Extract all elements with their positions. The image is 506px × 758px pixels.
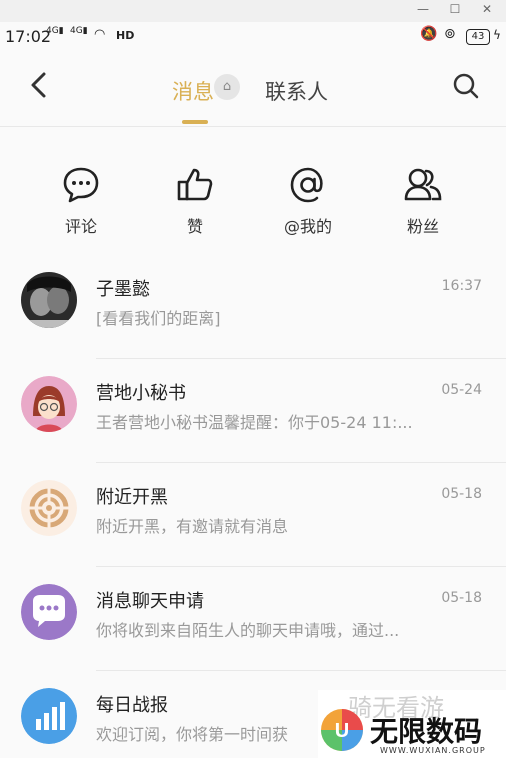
- quick-actions: 评论 赞 @我的 粉丝: [0, 127, 506, 255]
- thumbs-up-icon: [177, 168, 213, 201]
- list-item-preview: 王者营地小秘书温馨提醒：你于05-24 11:...: [96, 413, 413, 432]
- tab-contacts[interactable]: 联系人: [265, 76, 328, 106]
- signal-icon-2: 4G▮: [70, 26, 88, 36]
- avatar: [21, 376, 77, 432]
- list-item-time: 16:37: [441, 278, 482, 294]
- comments-label: 评论: [64, 217, 97, 236]
- top-navigation: 消息 ⌂ 联系人: [0, 52, 506, 127]
- avatar: [21, 584, 77, 640]
- window-title-bar: — ☐ ✕: [0, 0, 506, 22]
- list-item-preview: 你将收到来自陌生人的聊天申请哦，通过...: [96, 621, 400, 640]
- likes-button[interactable]: 赞: [155, 165, 235, 237]
- list-item-time: 05-18: [441, 486, 482, 502]
- watermark: 骑无看游 U 无限数码 WWW.WUXIAN.GROUP: [318, 690, 506, 758]
- close-button[interactable]: ✕: [472, 2, 502, 16]
- avatar: [21, 272, 77, 328]
- comments-button[interactable]: 评论: [41, 165, 121, 237]
- list-item-time: 05-18: [441, 590, 482, 606]
- list-item-title: 子墨懿: [96, 279, 150, 300]
- fans-label: 粉丝: [406, 217, 439, 236]
- watermark-logo-icon: U: [321, 709, 363, 751]
- wifi-icon: ◠: [94, 27, 106, 42]
- list-item-time: 05-24: [441, 382, 482, 398]
- mute-bell-icon: 🔕: [420, 26, 438, 42]
- search-icon[interactable]: [452, 72, 480, 100]
- list-item[interactable]: 子墨懿 16:37 [看看我们的距离]: [0, 255, 506, 359]
- mentions-label: @我的: [283, 217, 332, 236]
- svg-text:U: U: [335, 720, 349, 742]
- at-icon: [290, 167, 323, 203]
- list-item-title: 每日战报: [96, 695, 168, 716]
- fans-button[interactable]: 粉丝: [383, 165, 463, 237]
- likes-label: 赞: [186, 217, 203, 236]
- watermark-brand-text: 无限数码: [370, 715, 483, 748]
- back-arrow-icon[interactable]: [28, 70, 50, 100]
- minimize-button[interactable]: —: [408, 2, 438, 16]
- charging-icon: ϟ: [493, 28, 501, 42]
- avatar: [21, 688, 77, 744]
- rotation-lock-icon: ⊚: [444, 26, 456, 42]
- comment-icon: [63, 167, 99, 203]
- status-bar: 17:02 4G▮ 4G▮ ◠ HD 🔕 ⊚ 43 ϟ: [0, 22, 506, 52]
- mentions-button[interactable]: @我的: [268, 165, 348, 237]
- list-item-title: 营地小秘书: [96, 383, 186, 404]
- list-item[interactable]: 附近开黑 05-18 附近开黑，有邀请就有消息: [0, 463, 506, 567]
- status-time: 17:02: [5, 27, 52, 46]
- watermark-url-text: WWW.WUXIAN.GROUP: [380, 746, 486, 755]
- hd-icon: HD: [116, 29, 135, 42]
- list-item-title: 附近开黑: [96, 487, 168, 508]
- list-item[interactable]: 消息聊天申请 05-18 你将收到来自陌生人的聊天申请哦，通过...: [0, 567, 506, 671]
- active-tab-indicator: [182, 120, 208, 124]
- avatar: [21, 480, 77, 536]
- tab-messages[interactable]: 消息: [172, 76, 214, 106]
- list-item-preview: 附近开黑，有邀请就有消息: [96, 517, 289, 536]
- signal-icon-1: 4G▮: [46, 26, 64, 36]
- fans-icon: [404, 168, 442, 201]
- list-item-title: 消息聊天申请: [96, 591, 204, 612]
- list-item-preview: [看看我们的距离]: [96, 309, 221, 328]
- battery-icon: 43: [466, 29, 490, 45]
- maximize-button[interactable]: ☐: [440, 2, 470, 16]
- clear-unread-icon[interactable]: ⌂: [214, 74, 240, 100]
- list-item[interactable]: 营地小秘书 05-24 王者营地小秘书温馨提醒：你于05-24 11:...: [0, 359, 506, 463]
